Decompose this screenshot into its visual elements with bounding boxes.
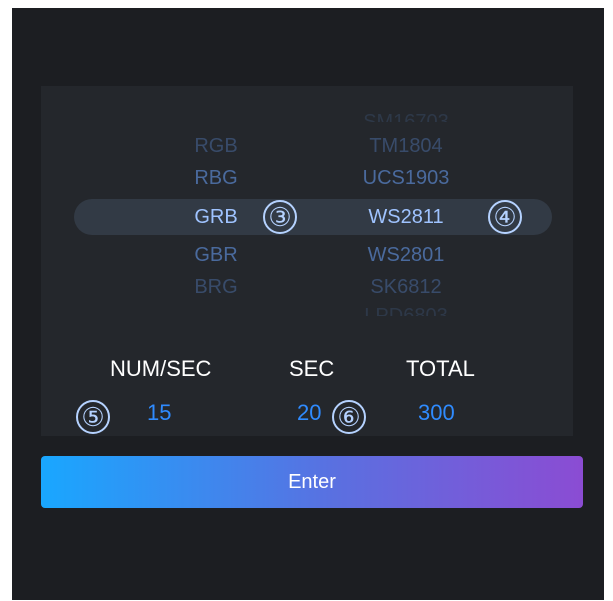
- chip-type-option[interactable]: WS2801: [306, 243, 506, 267]
- chip-type-option[interactable]: UCS1903: [306, 166, 506, 190]
- annotation-marker-4: ④: [488, 200, 522, 234]
- num-per-sec-value[interactable]: 15: [147, 400, 171, 426]
- chip-type-option[interactable]: LPD6803: [306, 304, 506, 316]
- num-per-sec-label: NUM/SEC: [110, 356, 212, 381]
- enter-button[interactable]: Enter: [41, 456, 583, 508]
- chip-type-option[interactable]: TM1804: [306, 134, 506, 158]
- dialog-screen: RGB RBG GRB GBR BRG SM16703 TM1804 UCS19…: [12, 8, 604, 600]
- chip-type-selected[interactable]: WS2811: [306, 205, 506, 229]
- annotation-marker-6: ⑥: [332, 400, 366, 434]
- annotation-marker-3: ③: [263, 200, 297, 234]
- chip-type-option[interactable]: SM16703: [306, 110, 506, 122]
- color-order-option[interactable]: RGB: [116, 134, 316, 158]
- color-order-option[interactable]: GBR: [116, 243, 316, 267]
- color-order-option[interactable]: RBG: [116, 166, 316, 190]
- color-order-option[interactable]: BRG: [116, 275, 316, 299]
- color-order-option[interactable]: [116, 304, 316, 316]
- annotation-marker-5: ⑤: [76, 400, 110, 434]
- total-label: TOTAL: [406, 356, 475, 381]
- chip-type-option[interactable]: SK6812: [306, 275, 506, 299]
- total-value: 300: [418, 400, 455, 425]
- sec-label: SEC: [289, 356, 335, 381]
- picker-panel: RGB RBG GRB GBR BRG SM16703 TM1804 UCS19…: [41, 86, 573, 436]
- color-order-option[interactable]: [116, 110, 316, 122]
- sec-value[interactable]: 20: [297, 400, 321, 426]
